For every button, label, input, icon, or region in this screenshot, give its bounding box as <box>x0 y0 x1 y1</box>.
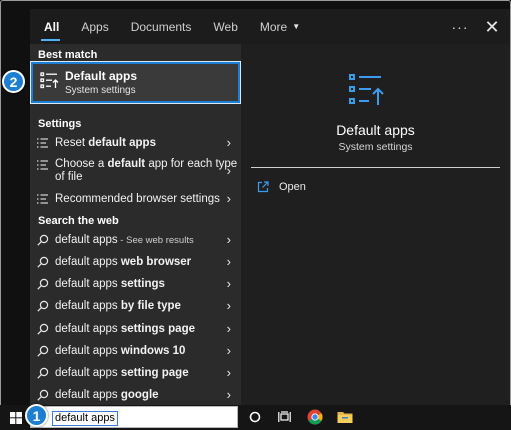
open-action[interactable]: Open <box>257 181 306 193</box>
web-result-item[interactable]: default apps setting page › <box>30 363 241 383</box>
search-icon <box>37 323 49 335</box>
chevron-right-icon: › <box>226 387 231 402</box>
windows-start-icon[interactable] <box>10 412 22 424</box>
web-result-item[interactable]: default apps settings page › <box>30 319 241 339</box>
chevron-right-icon: › <box>226 343 231 358</box>
search-icon <box>37 389 49 401</box>
step-badge-1: 1 <box>25 404 48 427</box>
chevron-right-icon: › <box>226 365 231 380</box>
tab-documents[interactable]: Documents <box>120 9 203 44</box>
cortana-icon[interactable] <box>249 411 261 423</box>
chevron-right-icon: › <box>226 321 231 336</box>
web-result-item[interactable]: default apps settings › <box>30 274 241 294</box>
preview-title: Default apps <box>336 122 415 138</box>
chevron-right-icon: › <box>226 298 231 313</box>
default-apps-icon <box>40 72 59 89</box>
chevron-right-icon: › <box>226 163 231 178</box>
settings-item-label: Choose a default app for each type of fil… <box>55 158 238 183</box>
web-result-item[interactable]: default apps - See web results › <box>30 230 241 250</box>
web-result-label: default apps web browser <box>55 256 192 268</box>
settings-item-label: Recommended browser settings <box>55 193 220 205</box>
settings-item-reset-default-apps[interactable]: Reset default apps › <box>30 133 241 153</box>
search-web-header: Search the web <box>38 215 119 227</box>
file-explorer-icon[interactable] <box>337 410 353 424</box>
web-result-label: default apps by file type <box>55 300 181 312</box>
best-match-subtitle: System settings <box>65 85 136 96</box>
web-result-label: default apps google <box>55 389 159 401</box>
preview-divider <box>251 167 500 168</box>
search-filter-bar: All Apps Documents Web More ▼ ··· ✕ <box>30 9 510 44</box>
chevron-right-icon: › <box>226 191 231 206</box>
search-icon <box>37 256 49 268</box>
more-options-icon[interactable]: ··· <box>446 19 474 35</box>
tab-apps[interactable]: Apps <box>70 9 119 44</box>
settings-header: Settings <box>38 118 82 130</box>
results-list: Best match Default apps System settings … <box>30 44 241 405</box>
settings-item-choose-default-app[interactable]: Choose a default app for each type of fil… <box>30 156 241 186</box>
chrome-icon[interactable] <box>307 409 323 425</box>
preview-pane: Default apps System settings Open <box>241 44 510 405</box>
best-match-title: Default apps <box>65 69 138 83</box>
settings-list-icon <box>37 194 48 204</box>
settings-item-recommended-browser[interactable]: Recommended browser settings › <box>30 189 241 209</box>
search-icon <box>37 367 49 379</box>
task-view-icon[interactable] <box>278 411 291 423</box>
preview-subtitle: System settings <box>338 141 413 153</box>
best-match-item[interactable]: Default apps System settings <box>31 62 240 103</box>
search-icon <box>37 234 49 246</box>
tab-all[interactable]: All <box>30 9 70 44</box>
search-icon <box>37 278 49 290</box>
web-result-item[interactable]: default apps by file type › <box>30 296 241 316</box>
chevron-down-icon: ▼ <box>292 22 301 31</box>
open-icon <box>257 181 269 193</box>
tab-more[interactable]: More ▼ <box>249 9 311 44</box>
taskbar: default apps <box>0 405 511 430</box>
default-apps-icon <box>349 74 384 105</box>
web-result-item[interactable]: default apps web browser › <box>30 252 241 272</box>
web-result-label: default apps setting page <box>55 367 189 379</box>
chevron-right-icon: › <box>226 135 231 150</box>
best-match-header: Best match <box>38 49 98 61</box>
settings-list-icon <box>37 138 48 148</box>
web-result-item[interactable]: default apps windows 10 › <box>30 341 241 361</box>
close-icon[interactable]: ✕ <box>474 18 510 36</box>
chevron-right-icon: › <box>226 276 231 291</box>
web-result-label: default apps windows 10 <box>55 345 186 357</box>
web-result-item[interactable]: default apps google › <box>30 385 241 405</box>
step-badge-2: 2 <box>2 70 25 93</box>
taskbar-search-input[interactable]: default apps <box>30 406 238 428</box>
open-label: Open <box>279 181 306 193</box>
tab-more-label: More <box>259 19 288 34</box>
settings-item-label: Reset default apps <box>55 137 156 149</box>
start-search-panel: All Apps Documents Web More ▼ ··· ✕ Best… <box>30 9 510 405</box>
tab-web[interactable]: Web <box>202 9 248 44</box>
web-result-label: default apps settings <box>55 278 165 290</box>
search-icon <box>37 300 49 312</box>
search-icon <box>37 345 49 357</box>
search-query-text: default apps <box>52 411 118 426</box>
chevron-right-icon: › <box>226 254 231 269</box>
settings-list-icon <box>37 160 48 170</box>
web-result-label: default apps - See web results <box>55 234 194 246</box>
web-result-label: default apps settings page <box>55 323 195 335</box>
chevron-right-icon: › <box>226 232 231 247</box>
